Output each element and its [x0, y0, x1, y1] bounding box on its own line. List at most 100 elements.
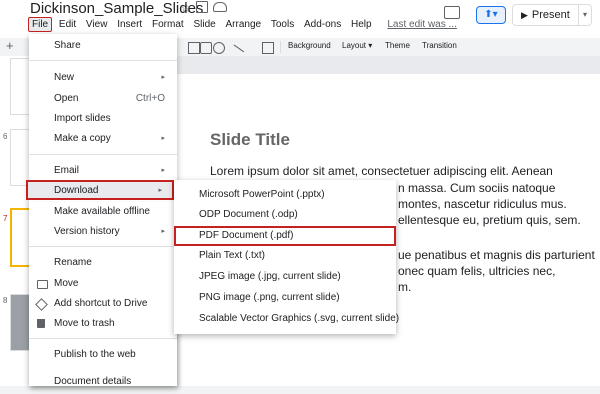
- shortcut-label: Ctrl+O: [135, 93, 165, 104]
- menu-divider: [29, 154, 177, 155]
- shape-icon[interactable]: [213, 42, 225, 54]
- slide-number: 8: [3, 296, 8, 305]
- download-option-txt[interactable]: Plain Text (.txt): [174, 246, 396, 266]
- menu-item-download[interactable]: Download ▸: [26, 180, 174, 200]
- folder-icon: [37, 280, 48, 289]
- slide-number: 6: [3, 132, 8, 141]
- download-option-label: Microsoft PowerPoint (.pptx): [199, 189, 325, 200]
- download-option-png[interactable]: PNG image (.png, current slide): [174, 288, 396, 308]
- chevron-right-icon: ▸: [161, 135, 165, 142]
- last-edit-link[interactable]: Last edit was ...: [384, 18, 459, 31]
- menu-item-label: New: [54, 72, 75, 83]
- chevron-down-icon[interactable]: ▾: [577, 5, 587, 25]
- menu-view[interactable]: View: [83, 18, 111, 31]
- menu-item-move-to-trash[interactable]: Move to trash: [29, 314, 177, 334]
- download-option-label: ODP Document (.odp): [199, 209, 298, 220]
- transition-button[interactable]: Transition: [422, 41, 457, 50]
- menu-item-label: Document details: [54, 376, 132, 387]
- download-option-label: Plain Text (.txt): [199, 250, 265, 261]
- menu-insert[interactable]: Insert: [114, 18, 145, 31]
- menu-item-label: Share: [54, 40, 81, 51]
- slide-body-line[interactable]: m.: [398, 280, 411, 294]
- background-button[interactable]: Background: [288, 41, 331, 50]
- slide-body-line[interactable]: ue penatibus et magnis dis parturient: [398, 248, 595, 262]
- menu-item-share[interactable]: Share: [29, 36, 177, 56]
- menu-help[interactable]: Help: [348, 18, 375, 31]
- filmstrip: 6 7 8: [0, 56, 34, 386]
- toolbar-divider: [280, 41, 281, 53]
- menu-item-version-history[interactable]: Version history ▸: [29, 222, 177, 242]
- download-submenu: Microsoft PowerPoint (.pptx) ODP Documen…: [174, 180, 400, 334]
- menu-format[interactable]: Format: [149, 18, 187, 31]
- download-option-pptx[interactable]: Microsoft PowerPoint (.pptx): [174, 185, 396, 205]
- drive-shortcut-icon: [35, 298, 48, 311]
- download-option-pdf[interactable]: PDF Document (.pdf): [174, 226, 396, 246]
- download-option-label: PNG image (.png, current slide): [199, 292, 340, 303]
- menu-tools[interactable]: Tools: [268, 18, 297, 31]
- menu-item-label: Rename: [54, 257, 92, 268]
- menu-item-make-a-copy[interactable]: Make a copy ▸: [29, 129, 177, 149]
- star-icon[interactable]: ☆: [180, 0, 192, 16]
- play-icon: ▶: [521, 10, 528, 20]
- menu-item-label: Open: [54, 93, 79, 104]
- present-button[interactable]: ▶ Present ▾: [512, 4, 592, 26]
- menu-divider: [29, 246, 177, 247]
- menu-item-label: Add shortcut to Drive: [54, 298, 148, 309]
- menu-item-move[interactable]: Move: [29, 274, 177, 294]
- image-icon[interactable]: [200, 42, 212, 54]
- menu-item-email[interactable]: Email ▸: [29, 161, 177, 181]
- slide-body-line[interactable]: n massa. Cum sociis natoque: [398, 181, 555, 195]
- menu-item-rename[interactable]: Rename: [29, 253, 177, 273]
- comment-icon[interactable]: [444, 6, 460, 19]
- menu-file[interactable]: File: [28, 17, 53, 32]
- slide-body-line[interactable]: montes, nascetur ridiculus mus.: [398, 197, 567, 211]
- download-option-odp[interactable]: ODP Document (.odp): [174, 205, 396, 225]
- download-option-label: Scalable Vector Graphics (.svg, current …: [199, 313, 400, 324]
- new-slide-icon[interactable]: +: [6, 38, 14, 53]
- download-option-svg[interactable]: Scalable Vector Graphics (.svg, current …: [174, 309, 400, 329]
- menu-arrange[interactable]: Arrange: [222, 18, 264, 31]
- download-option-jpg[interactable]: JPEG image (.jpg, current slide): [174, 267, 396, 287]
- chevron-right-icon: ▸: [158, 187, 162, 194]
- slide-body-line[interactable]: onec quam felis, ultricies nec,: [398, 264, 555, 278]
- menu-edit[interactable]: Edit: [56, 18, 79, 31]
- menu-item-label: Make available offline: [54, 206, 150, 217]
- slide-number: 7: [3, 214, 8, 223]
- file-menu-lower: Make available offline Version history ▸…: [29, 202, 177, 387]
- add-to-meet-button[interactable]: ⬆▾: [476, 6, 506, 24]
- chevron-right-icon: ▸: [161, 228, 165, 235]
- menu-addons[interactable]: Add-ons: [301, 18, 344, 31]
- text-box-icon[interactable]: [188, 42, 200, 54]
- download-option-label: PDF Document (.pdf): [199, 230, 294, 241]
- menu-item-label: Version history: [54, 226, 120, 237]
- menu-item-new[interactable]: New ▸: [29, 68, 177, 88]
- menu-item-add-shortcut[interactable]: Add shortcut to Drive: [29, 294, 177, 314]
- menu-item-label: Email: [54, 165, 80, 176]
- menu-item-import-slides[interactable]: Import slides: [29, 109, 177, 129]
- menu-bar: File Edit View Insert Format Slide Arran…: [28, 17, 461, 33]
- move-to-folder-icon[interactable]: [196, 1, 208, 13]
- slide-title[interactable]: Slide Title: [210, 130, 290, 150]
- document-title[interactable]: Dickinson_Sample_Slides: [30, 0, 203, 17]
- menu-divider: [29, 60, 177, 61]
- layout-button[interactable]: Layout ▾: [342, 41, 372, 50]
- theme-button[interactable]: Theme: [385, 41, 410, 50]
- menu-item-publish-to-web[interactable]: Publish to the web: [29, 345, 177, 365]
- slide-body-line[interactable]: Lorem ipsum dolor sit amet, consectetuer…: [210, 164, 553, 178]
- menu-item-label: Import slides: [54, 113, 111, 124]
- trash-icon: [37, 319, 45, 328]
- menu-item-open[interactable]: Open Ctrl+O: [29, 89, 177, 109]
- present-label: Present: [531, 9, 570, 21]
- menu-item-make-available-offline[interactable]: Make available offline: [29, 202, 177, 222]
- slide-body-line[interactable]: ellentesque eu, pretium quis, sem.: [398, 213, 581, 227]
- chevron-right-icon: ▸: [161, 167, 165, 174]
- menu-slide[interactable]: Slide: [190, 18, 218, 31]
- menu-item-document-details[interactable]: Document details: [29, 374, 177, 394]
- menu-item-label: Publish to the web: [54, 349, 136, 360]
- menu-item-label: Move: [54, 278, 79, 289]
- menu-item-label: Move to trash: [54, 318, 115, 329]
- cloud-status-icon[interactable]: [213, 2, 227, 12]
- download-option-label: JPEG image (.jpg, current slide): [199, 271, 341, 282]
- comment-add-icon[interactable]: [262, 42, 274, 54]
- menu-item-label: Make a copy: [54, 133, 111, 144]
